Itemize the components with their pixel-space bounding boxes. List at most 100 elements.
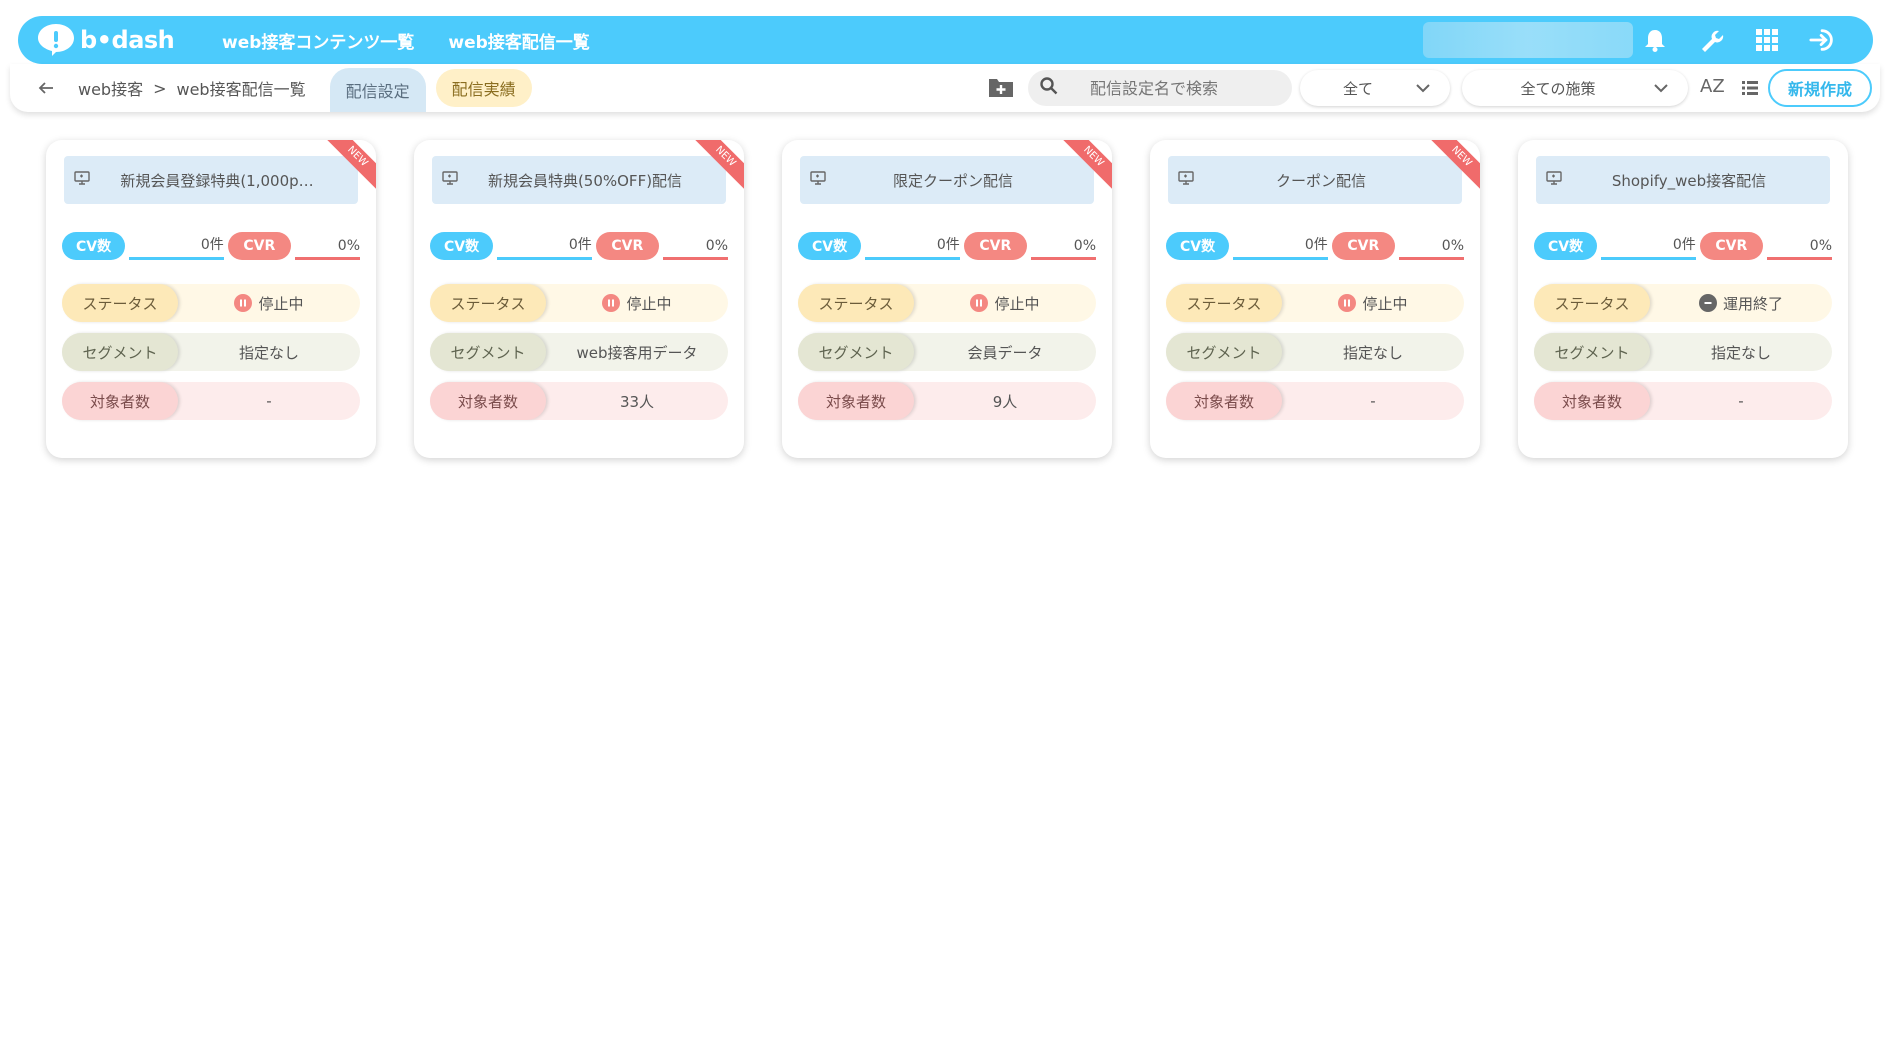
monitor-icon [1178,171,1198,189]
minus-circle-icon [1698,294,1717,312]
cv-count-value: 0件 [865,232,960,260]
list-view-icon[interactable] [1742,80,1758,99]
cv-count-label: CV数 [430,232,494,260]
status-value: 運用終了 [1650,293,1832,314]
filter-measure-select[interactable]: 全ての施策 [1462,70,1688,106]
status-row: ステータス 停止中 [62,284,360,322]
cvr-label: CVR [227,232,291,260]
cvr-label: CVR [1699,232,1763,260]
card-metrics: CV数 0件 CVR 0% [1534,232,1833,260]
card-title-bar: 限定クーポン配信 [800,156,1094,204]
breadcrumb-item-web-service[interactable]: web接客 [78,76,143,100]
search-input[interactable] [1090,78,1280,98]
segment-label: セグメント [62,333,178,371]
target-label: 対象者数 [62,382,178,420]
card-metrics: CV数 0件 CVR 0% [430,232,729,260]
segment-value: 指定なし [1710,343,1771,362]
card-metrics: CV数 0件 CVR 0% [798,232,1097,260]
status-text: 停止中 [994,294,1040,313]
cv-count-label: CV数 [1166,232,1230,260]
filter-all-value: 全て [1342,79,1373,98]
segment-value: web接客用データ [576,343,698,362]
cvr-label: CVR [595,232,659,260]
tab-delivery-results[interactable]: 配信実績 [435,69,532,107]
card-title-bar: Shopify_web接客配信 [1536,156,1830,204]
target-label: 対象者数 [798,382,914,420]
add-folder-icon[interactable] [988,76,1014,98]
top-nav: web接客コンテンツ一覧 web接客配信一覧 [222,28,624,53]
target-row: 対象者数 - [1166,382,1464,420]
status-row: ステータス 停止中 [798,284,1096,322]
segment-label: セグメント [1534,333,1650,371]
status-label: ステータス [1534,284,1650,322]
status-value: 停止中 [178,293,360,314]
top-icons [1641,26,1837,54]
cv-count-value: 0件 [1601,232,1696,260]
segment-row: セグメント 指定なし [1534,333,1832,371]
cv-count-value: 0件 [1233,232,1328,260]
logout-icon[interactable] [1809,26,1837,54]
pause-icon [1338,294,1357,312]
wrench-icon[interactable] [1697,26,1725,54]
segment-label: セグメント [430,333,546,371]
delivery-card[interactable]: 限定クーポン配信 NEW CV数 0件 CVR 0% ステータス 停止中 セグメ… [782,140,1112,458]
monitor-icon [442,171,462,189]
bell-icon[interactable] [1641,26,1669,54]
segment-row: セグメント 会員データ [798,333,1096,371]
status-value: 停止中 [1282,293,1464,314]
card-title-bar: クーポン配信 [1168,156,1462,204]
chevron-down-icon [1654,83,1678,93]
delivery-card[interactable]: 新規会員特典(50%OFF)配信 NEW CV数 0件 CVR 0% ステータス… [414,140,744,458]
card-metrics: CV数 0件 CVR 0% [1166,232,1465,260]
pause-icon [970,294,989,312]
status-label: ステータス [62,284,178,322]
delivery-card-list: 新規会員登録特典(1,000p… NEW CV数 0件 CVR 0% ステータス… [46,140,1848,458]
target-value: - [1738,392,1744,410]
nav-web-content-list[interactable]: web接客コンテンツ一覧 [222,28,414,53]
nav-web-delivery-list[interactable]: web接客配信一覧 [448,28,589,53]
sort-az-icon[interactable]: AZ [1700,76,1725,97]
delivery-card[interactable]: クーポン配信 NEW CV数 0件 CVR 0% ステータス 停止中 セグメント… [1150,140,1480,458]
segment-row: セグメント 指定なし [1166,333,1464,371]
status-label: ステータス [1166,284,1282,322]
target-value: - [266,392,272,410]
card-title[interactable]: クーポン配信 [1198,170,1462,191]
card-title[interactable]: 新規会員特典(50%OFF)配信 [462,170,726,191]
filter-all-select[interactable]: 全て [1300,70,1450,106]
monitor-icon [810,171,830,189]
cv-count-label: CV数 [798,232,862,260]
card-title[interactable]: 新規会員登録特典(1,000p… [94,170,358,191]
breadcrumb-item-delivery-list: web接客配信一覧 [176,80,306,99]
card-title[interactable]: 限定クーポン配信 [830,170,1094,191]
cvr-value: 0% [294,232,361,260]
target-value: 9人 [992,392,1018,411]
logo[interactable]: b•dash [36,22,196,58]
segment-row: セグメント 指定なし [62,333,360,371]
delivery-card[interactable]: 新規会員登録特典(1,000p… NEW CV数 0件 CVR 0% ステータス… [46,140,376,458]
create-new-button[interactable]: 新規作成 [1768,69,1872,107]
cvr-label: CVR [963,232,1027,260]
cvr-value: 0% [662,232,729,260]
tab-delivery-settings[interactable]: 配信設定 [329,68,426,112]
cv-count-value: 0件 [129,232,224,260]
segment-value: 指定なし [1342,343,1403,362]
target-label: 対象者数 [1534,382,1650,420]
card-title[interactable]: Shopify_web接客配信 [1566,170,1830,191]
delivery-card[interactable]: Shopify_web接客配信 CV数 0件 CVR 0% ステータス 運用終了… [1518,140,1848,458]
target-value: - [1370,392,1376,410]
segment-value: 指定なし [238,343,299,362]
back-arrow-icon[interactable] [38,81,60,95]
filter-measure-value: 全ての施策 [1520,79,1596,98]
status-value: 停止中 [546,293,728,314]
apps-grid-icon[interactable] [1753,26,1781,54]
cvr-label: CVR [1331,232,1395,260]
target-row: 対象者数 9人 [798,382,1096,420]
segment-label: セグメント [1166,333,1282,371]
cv-count-label: CV数 [62,232,126,260]
logo-text: b•dash [80,26,175,54]
breadcrumb: web接客 > web接客配信一覧 [78,76,306,100]
pause-icon [602,294,621,312]
cv-count-value: 0件 [497,232,592,260]
top-bar: b•dash web接客コンテンツ一覧 web接客配信一覧 [18,16,1873,64]
card-title-bar: 新規会員登録特典(1,000p… [64,156,358,204]
